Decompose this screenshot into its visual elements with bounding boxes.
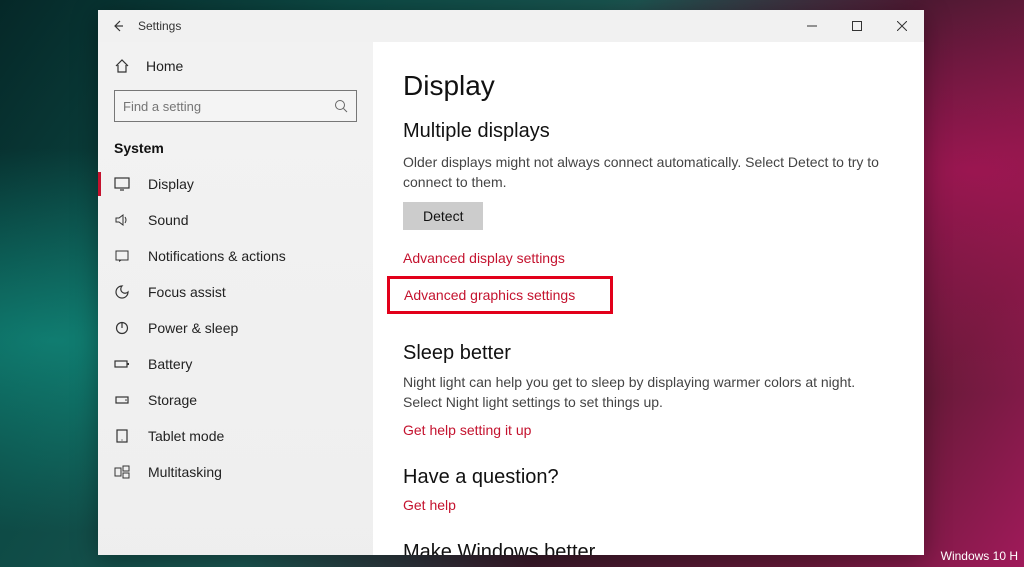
storage-icon	[114, 392, 130, 408]
highlight-annotation: Advanced graphics settings	[387, 276, 613, 314]
sidebar-item-tablet-mode[interactable]: Tablet mode	[98, 418, 373, 454]
section-multiple-displays-title: Multiple displays	[403, 120, 894, 143]
sidebar-item-label: Multitasking	[148, 464, 222, 480]
sidebar-item-sound[interactable]: Sound	[98, 202, 373, 238]
sidebar-item-label: Battery	[148, 356, 192, 372]
close-icon	[897, 21, 907, 31]
close-button[interactable]	[879, 10, 924, 42]
sidebar-item-label: Focus assist	[148, 284, 226, 300]
get-help-link[interactable]: Get help	[403, 497, 894, 513]
sidebar-item-label: Notifications & actions	[148, 248, 286, 264]
sidebar-item-multitasking[interactable]: Multitasking	[98, 454, 373, 490]
multitasking-icon	[114, 464, 130, 480]
sleep-better-body: Night light can help you get to sleep by…	[403, 373, 894, 412]
sidebar-item-focus-assist[interactable]: Focus assist	[98, 274, 373, 310]
page-title: Display	[403, 70, 894, 102]
search-input[interactable]	[123, 99, 334, 114]
window-body: Home System Display Sound	[98, 42, 924, 555]
content-pane: Display Multiple displays Older displays…	[373, 42, 924, 555]
section-sleep-better-title: Sleep better	[403, 342, 894, 365]
sidebar-item-display[interactable]: Display	[98, 166, 373, 202]
power-icon	[114, 320, 130, 336]
focus-assist-icon	[114, 284, 130, 300]
window-controls	[789, 10, 924, 42]
back-button[interactable]	[98, 10, 138, 42]
battery-icon	[114, 356, 130, 372]
sidebar-item-storage[interactable]: Storage	[98, 382, 373, 418]
sidebar-item-label: Sound	[148, 212, 188, 228]
sidebar-item-power-sleep[interactable]: Power & sleep	[98, 310, 373, 346]
advanced-display-settings-link[interactable]: Advanced display settings	[403, 250, 894, 266]
window-title: Settings	[138, 19, 181, 33]
category-label: System	[98, 134, 373, 166]
watermark-text: Windows 10 H	[941, 549, 1018, 563]
home-label: Home	[146, 58, 183, 74]
sidebar-item-label: Storage	[148, 392, 197, 408]
maximize-icon	[852, 21, 862, 31]
sound-icon	[114, 212, 130, 228]
sleep-better-help-link[interactable]: Get help setting it up	[403, 422, 894, 438]
multiple-displays-body: Older displays might not always connect …	[403, 153, 894, 192]
section-make-better-title: Make Windows better	[403, 541, 894, 555]
notifications-icon	[114, 248, 130, 264]
minimize-button[interactable]	[789, 10, 834, 42]
maximize-button[interactable]	[834, 10, 879, 42]
search-icon	[334, 99, 348, 113]
sidebar-item-label: Tablet mode	[148, 428, 224, 444]
tablet-icon	[114, 428, 130, 444]
settings-window: Settings Home	[98, 10, 924, 555]
sidebar-item-battery[interactable]: Battery	[98, 346, 373, 382]
sidebar-item-label: Power & sleep	[148, 320, 238, 336]
detect-button[interactable]: Detect	[403, 202, 483, 230]
advanced-graphics-settings-link[interactable]: Advanced graphics settings	[404, 287, 596, 303]
sidebar: Home System Display Sound	[98, 42, 373, 555]
titlebar: Settings	[98, 10, 924, 42]
minimize-icon	[807, 21, 817, 31]
display-icon	[114, 176, 130, 192]
section-question-title: Have a question?	[403, 466, 894, 489]
arrow-left-icon	[111, 19, 125, 33]
home-nav[interactable]: Home	[98, 50, 373, 82]
search-box[interactable]	[114, 90, 357, 122]
home-icon	[114, 58, 130, 74]
sidebar-item-notifications[interactable]: Notifications & actions	[98, 238, 373, 274]
sidebar-item-label: Display	[148, 176, 194, 192]
